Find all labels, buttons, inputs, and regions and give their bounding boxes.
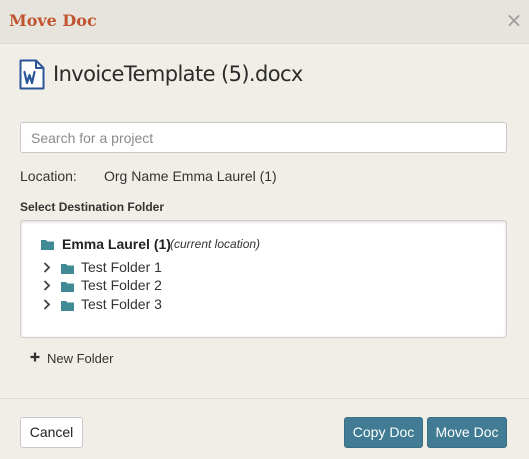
dialog-header: Move Doc × xyxy=(0,0,529,44)
new-folder-label: New Folder xyxy=(47,351,114,366)
folder-icon xyxy=(61,264,74,274)
location-value: Org Name Emma Laurel (1) xyxy=(104,168,277,184)
project-search-input[interactable] xyxy=(20,122,507,153)
tree-item-test-folder-1[interactable]: Test Folder 1 xyxy=(41,259,241,277)
folder-label: Test Folder 2 xyxy=(81,277,162,293)
dialog-title: Move Doc xyxy=(9,11,97,30)
location-label: Location: xyxy=(20,168,77,184)
close-icon[interactable]: × xyxy=(504,9,524,31)
footer-divider xyxy=(0,398,529,399)
copy-doc-button[interactable]: Copy Doc xyxy=(344,417,423,448)
cancel-button[interactable]: Cancel xyxy=(20,417,83,448)
document-name: InvoiceTemplate (5).docx xyxy=(53,62,303,86)
chevron-right-icon[interactable] xyxy=(43,299,51,310)
folder-tree: Emma Laurel (1) (current location) Test … xyxy=(20,220,507,338)
root-folder-name: Emma Laurel (1) xyxy=(62,236,171,252)
word-document-icon xyxy=(19,59,45,90)
chevron-right-icon[interactable] xyxy=(43,280,51,291)
folder-icon xyxy=(41,240,54,250)
folder-icon xyxy=(61,282,74,292)
current-location-note: (current location) xyxy=(170,237,261,251)
tree-item-test-folder-3[interactable]: Test Folder 3 xyxy=(41,296,241,314)
tree-item-test-folder-2[interactable]: Test Folder 2 xyxy=(41,277,241,295)
folder-icon xyxy=(61,301,74,311)
move-doc-button[interactable]: Move Doc xyxy=(427,417,507,448)
destination-folder-heading: Select Destination Folder xyxy=(20,200,165,214)
plus-icon xyxy=(30,352,40,362)
move-doc-dialog: Move Doc × InvoiceTemplate (5).docx Loca… xyxy=(0,0,529,459)
folder-label: Test Folder 1 xyxy=(81,259,162,275)
chevron-right-icon[interactable] xyxy=(43,262,51,273)
folder-label: Test Folder 3 xyxy=(81,296,162,312)
